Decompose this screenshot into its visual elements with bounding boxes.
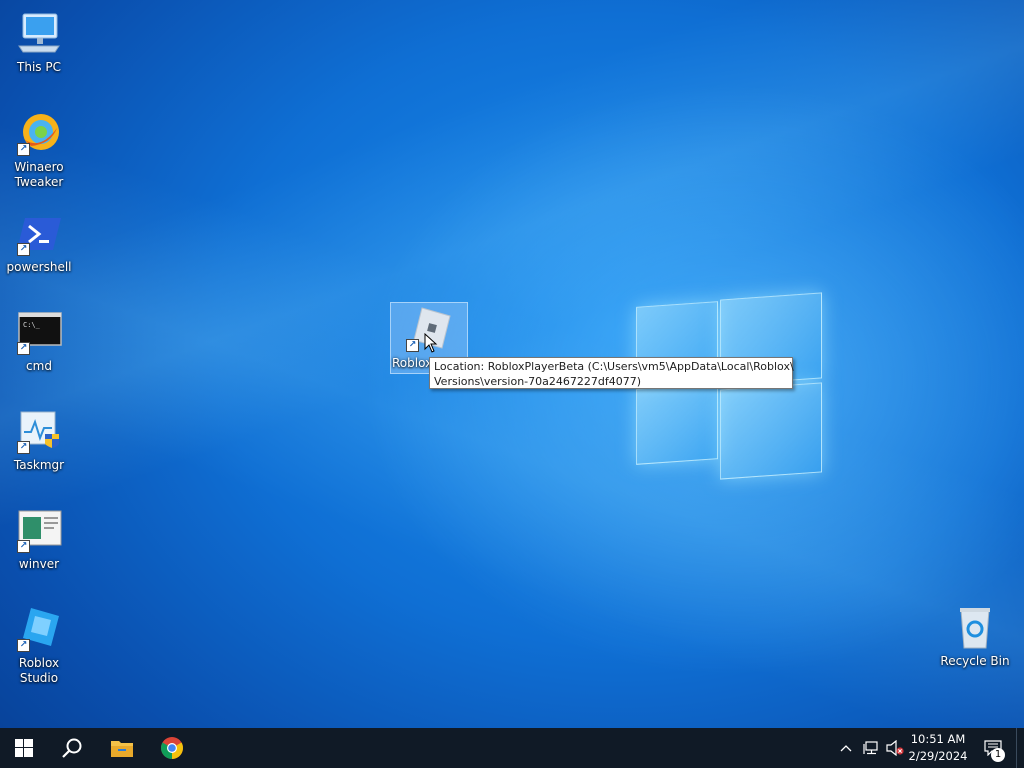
winver-desktop-icon[interactable]: ↗ winver	[1, 507, 77, 572]
cmd-label: cmd	[26, 359, 52, 373]
winaero-tweaker-icon: ↗	[15, 110, 63, 158]
shortcut-arrow-icon: ↗	[17, 342, 30, 355]
chevron-up-icon	[840, 745, 852, 752]
chrome-icon	[161, 737, 183, 759]
powershell-desktop-icon[interactable]: ↗ powershell	[1, 210, 77, 275]
mouse-cursor-icon	[424, 333, 438, 353]
clock-time: 10:51 AM	[910, 732, 966, 746]
this-pc-label: This PC	[17, 60, 61, 74]
powershell-icon: ↗	[15, 210, 63, 258]
powershell-label: powershell	[6, 260, 72, 274]
svg-text:C:\_: C:\_	[23, 321, 41, 329]
chrome-button[interactable]	[148, 728, 196, 768]
volume-muted-icon	[886, 740, 904, 756]
shortcut-arrow-icon: ↗	[17, 243, 30, 256]
search-icon	[62, 738, 82, 758]
file-explorer-button[interactable]	[98, 728, 146, 768]
winver-label: winver	[18, 557, 60, 571]
volume-button[interactable]	[884, 728, 906, 768]
clock[interactable]: 10:51 AM 2/29/2024	[906, 731, 970, 765]
show-hidden-icons-button[interactable]	[836, 728, 856, 768]
network-icon	[863, 741, 878, 755]
task-manager-icon: ↗	[15, 408, 63, 456]
cmd-desktop-icon[interactable]: C:\_ ↗ cmd	[1, 309, 77, 374]
network-button[interactable]	[860, 728, 882, 768]
taskmgr-desktop-icon[interactable]: ↗ Taskmgr	[1, 408, 77, 473]
clock-date: 2/29/2024	[908, 749, 968, 763]
taskbar: 10:51 AM 2/29/2024	[0, 728, 1024, 768]
shortcut-arrow-icon: ↗	[17, 540, 30, 553]
shortcut-arrow-icon: ↗	[406, 339, 419, 352]
shortcut-arrow-icon: ↗	[17, 639, 30, 652]
recycle-bin-label: Recycle Bin	[940, 654, 1010, 668]
show-desktop-button[interactable]	[1016, 728, 1024, 768]
computer-icon	[15, 10, 63, 58]
file-explorer-icon	[111, 741, 133, 757]
search-button[interactable]	[48, 728, 96, 768]
roblox-studio-label: Roblox Studio	[18, 656, 60, 685]
tooltip-line-1: Location: RobloxPlayerBeta (C:\Users\vm5…	[434, 360, 794, 373]
this-pc-desktop-icon[interactable]: This PC	[1, 10, 77, 75]
shortcut-arrow-icon: ↗	[17, 441, 30, 454]
winver-icon: ↗	[15, 507, 63, 555]
winaero-tweaker-desktop-icon[interactable]: ↗ Winaero Tweaker	[1, 110, 77, 190]
start-button[interactable]	[0, 728, 48, 768]
roblox-studio-desktop-icon[interactable]: ↗ Roblox Studio	[1, 606, 77, 686]
desktop[interactable]: This PC ↗ Winaero Tweaker ↗ powershell C…	[0, 0, 1024, 728]
action-center-button[interactable]	[978, 728, 1008, 768]
winaero-tweaker-label: Winaero Tweaker	[14, 160, 64, 189]
shortcut-arrow-icon: ↗	[17, 143, 30, 156]
tooltip-line-2: Versions\version-70a2467227df4077)	[434, 374, 642, 388]
roblox-studio-icon: ↗	[15, 606, 63, 654]
notification-count-badge: 1	[991, 748, 1005, 762]
taskmgr-label: Taskmgr	[13, 458, 65, 472]
recycle-bin-icon	[951, 604, 999, 652]
recycle-bin-desktop-icon[interactable]: Recycle Bin	[937, 604, 1013, 669]
start-icon	[15, 739, 33, 757]
location-tooltip: Location: RobloxPlayerBeta (C:\Users\vm5…	[429, 357, 794, 389]
command-prompt-icon: C:\_ ↗	[15, 309, 63, 357]
